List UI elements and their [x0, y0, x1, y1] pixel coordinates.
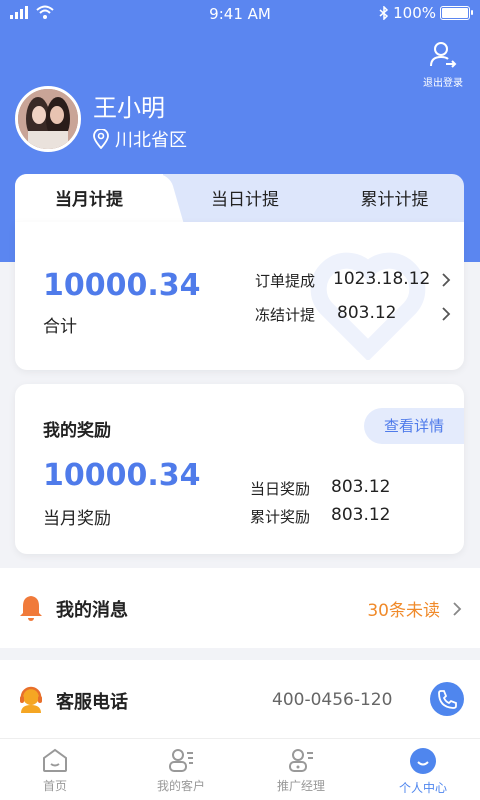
location-text: 川北省区 [115, 130, 187, 151]
tabbar-home-label: 首页 [42, 779, 67, 793]
bottom-tab-bar: 首页 我的客户 推广经理 个人中心 [0, 738, 480, 800]
tabbar-personal-center-label: 个人中心 [398, 781, 447, 795]
frozen-commission-label: 冻结计提 [255, 306, 316, 324]
messages-label: 我的消息 [56, 600, 128, 621]
username: 王小明 [93, 94, 165, 122]
chevron-right-icon[interactable] [441, 272, 451, 288]
tab-current-day[interactable]: 当日计提 [175, 174, 315, 226]
customers-icon [169, 749, 193, 772]
tabbar-promotion-manager[interactable]: 推广经理 [246, 747, 356, 794]
bell-icon [20, 596, 42, 621]
tabbar-promotion-manager-label: 推广经理 [276, 779, 325, 793]
order-commission-value: 1023.18.12 [333, 269, 431, 289]
status-bar: 9:41 AM 100% [0, 0, 480, 28]
avatar[interactable] [15, 86, 81, 152]
call-button[interactable] [430, 682, 464, 716]
tab-cumulative[interactable]: 累计计提 [325, 174, 464, 226]
view-details-button[interactable]: 查看详情 [364, 408, 464, 444]
phone-icon [438, 690, 457, 709]
rewards-title: 我的奖励 [43, 421, 111, 441]
tabbar-home[interactable]: 首页 [0, 747, 110, 794]
battery-percent: 100% [393, 4, 436, 22]
commission-total-label: 合计 [43, 317, 77, 337]
personal-center-icon [410, 748, 436, 774]
daily-reward-label: 当日奖励 [250, 480, 311, 498]
daily-reward-value: 803.12 [331, 477, 391, 497]
service-phone-number: 400-0456-120 [272, 690, 393, 710]
tabbar-my-customers[interactable]: 我的客户 [126, 747, 236, 794]
frozen-commission-value: 803.12 [337, 303, 397, 323]
tabbar-my-customers-label: 我的客户 [156, 779, 205, 793]
rewards-total-label: 当月奖励 [43, 509, 111, 529]
rewards-total-value: 10000.34 [43, 458, 201, 493]
battery-icon [440, 6, 473, 20]
location: 川北省区 [93, 126, 187, 152]
tabbar-personal-center[interactable]: 个人中心 [368, 747, 478, 796]
logout-icon [430, 42, 457, 68]
customer-service-row: 客服电话 400-0456-120 [0, 660, 480, 738]
logout-label: 退出登录 [423, 78, 463, 89]
messages-row[interactable]: 我的消息 30条未读 [0, 568, 480, 648]
chevron-right-icon [453, 602, 462, 616]
commission-card: 10000.34 合计 订单提成 1023.18.12 冻结计提 803.12 [15, 222, 464, 370]
home-icon [43, 748, 67, 772]
order-commission-label: 订单提成 [255, 272, 316, 290]
promotion-manager-icon [289, 749, 313, 772]
customer-service-icon [20, 686, 42, 713]
logout-button[interactable]: 退出登录 [420, 40, 466, 89]
tab-current-month[interactable]: 当月计提 [15, 174, 163, 226]
chevron-right-icon[interactable] [441, 306, 451, 322]
cumulative-reward-label: 累计奖励 [250, 508, 311, 526]
unread-count: 30条未读 [367, 601, 440, 621]
period-tabs: 当月计提 当日计提 累计计提 [15, 174, 464, 226]
location-pin-icon [93, 129, 109, 149]
commission-total-value: 10000.34 [43, 268, 201, 303]
rewards-card: 我的奖励 查看详情 10000.34 当月奖励 当日奖励 803.12 累计奖励… [15, 384, 464, 554]
customer-service-label: 客服电话 [56, 692, 128, 713]
cumulative-reward-value: 803.12 [331, 505, 391, 525]
bluetooth-icon [379, 6, 389, 20]
